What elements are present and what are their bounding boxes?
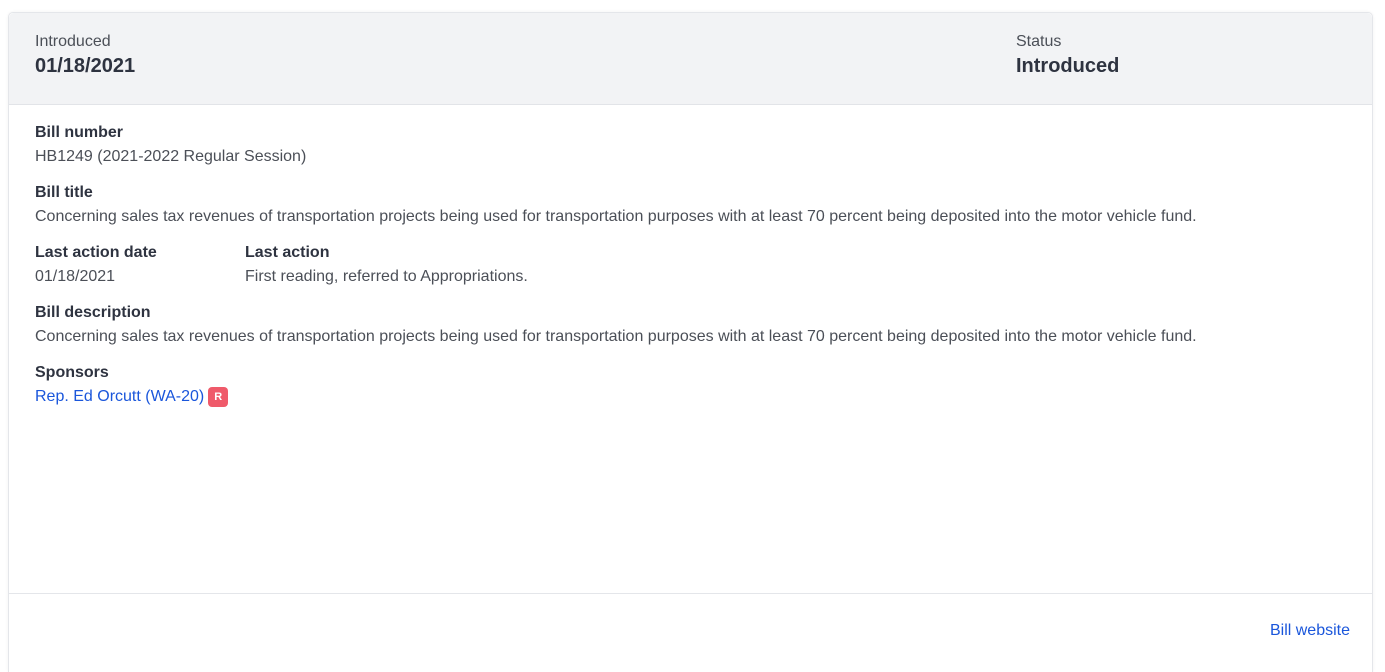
status-label: Status <box>1016 33 1062 50</box>
sponsors-section: Sponsors Rep. Ed Orcutt (WA-20) R <box>35 361 1355 409</box>
status-block: Status Introduced <box>1016 31 1119 79</box>
last-action-date-block: Last action date 01/18/2021 <box>35 241 245 289</box>
last-action-row: Last action date 01/18/2021 Last action … <box>35 241 1355 289</box>
bill-website-link[interactable]: Bill website <box>1270 619 1350 643</box>
bill-description-label: Bill description <box>35 304 151 321</box>
bill-description-value: Concerning sales tax revenues of transpo… <box>35 328 1197 345</box>
bill-card: Introduced 01/18/2021 Status Introduced … <box>8 12 1373 672</box>
sponsor-item: Rep. Ed Orcutt (WA-20) R <box>35 385 1355 409</box>
bill-number-label: Bill number <box>35 124 124 141</box>
bill-number-section: Bill number HB1249 (2021-2022 Regular Se… <box>35 121 1355 169</box>
bill-title-label: Bill title <box>35 184 93 201</box>
sponsors-label: Sponsors <box>35 364 109 381</box>
status-value: Introduced <box>1016 55 1120 77</box>
introduced-date: 01/18/2021 <box>35 55 136 77</box>
bill-description-section: Bill description Concerning sales tax re… <box>35 301 1355 349</box>
last-action-block: Last action First reading, referred to A… <box>245 241 528 289</box>
last-action-date-label: Last action date <box>35 244 157 261</box>
bill-card-body: Bill number HB1249 (2021-2022 Regular Se… <box>35 121 1355 421</box>
bill-title-section: Bill title Concerning sales tax revenues… <box>35 181 1355 229</box>
bill-number-value: HB1249 (2021-2022 Regular Session) <box>35 148 307 165</box>
last-action-date-value: 01/18/2021 <box>35 268 116 285</box>
introduced-label: Introduced <box>35 33 111 50</box>
last-action-label: Last action <box>245 244 330 261</box>
sponsor-link[interactable]: Rep. Ed Orcutt (WA-20) <box>35 388 204 405</box>
last-action-value: First reading, referred to Appropriation… <box>245 268 528 285</box>
bill-title-value: Concerning sales tax revenues of transpo… <box>35 208 1197 225</box>
party-badge: R <box>208 387 229 407</box>
introduced-block: Introduced 01/18/2021 <box>35 31 135 79</box>
footer-divider <box>9 593 1372 594</box>
bill-card-header: Introduced 01/18/2021 Status Introduced <box>9 13 1372 105</box>
